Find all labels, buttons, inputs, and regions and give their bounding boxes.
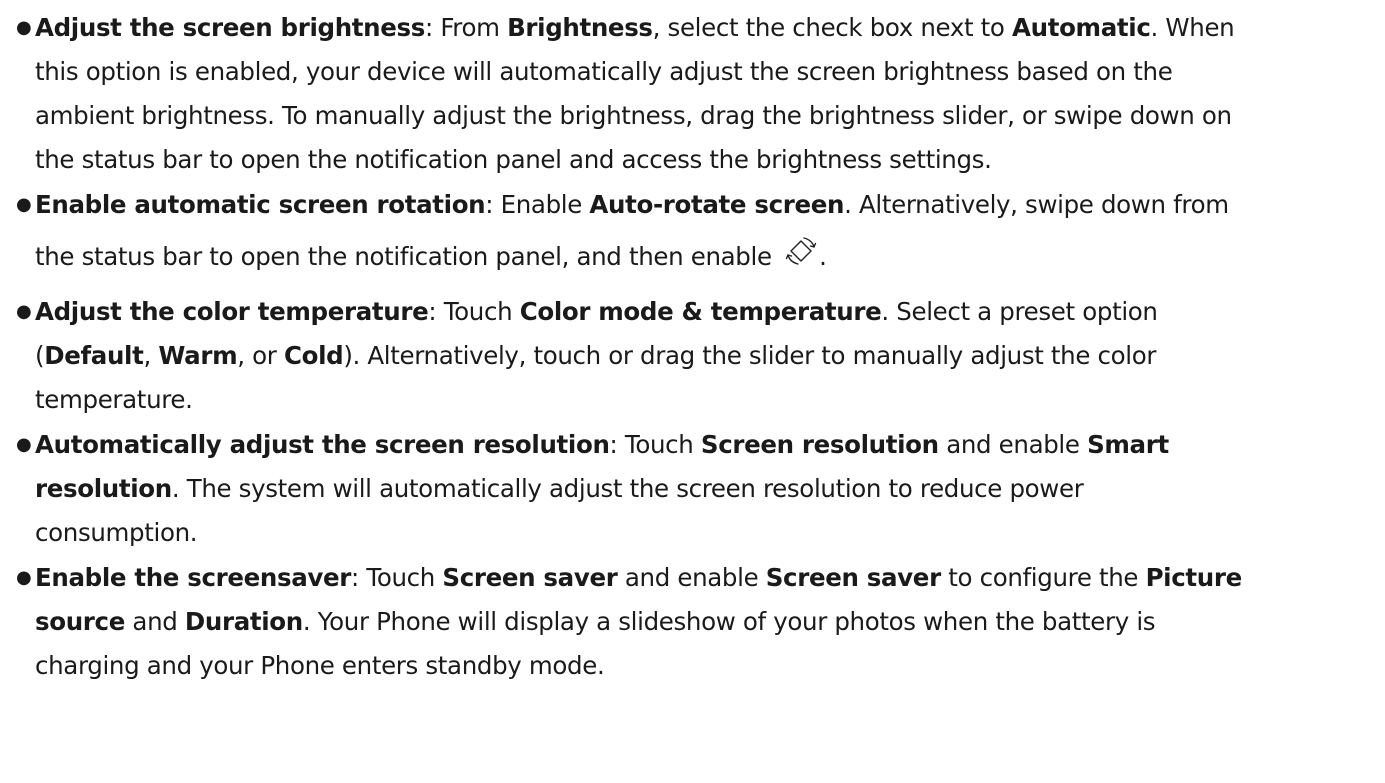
item-title: Enable automatic screen rotation (35, 190, 486, 219)
bullet-icon: ● (16, 17, 32, 38)
text-line: (Default, Warm, or Cold). Alternatively,… (35, 341, 1157, 370)
list-item-screensaver: ● Enable the screensaver: Touch Screen s… (14, 556, 1363, 688)
list-item-resolution: ● Automatically adjust the screen resolu… (14, 423, 1363, 555)
text-line: Adjust the color temperature: Touch Colo… (35, 297, 1158, 326)
text-line: Automatically adjust the screen resoluti… (35, 430, 1169, 459)
item-title: Automatically adjust the screen resoluti… (35, 430, 610, 459)
text-line: resolution. The system will automaticall… (35, 474, 1084, 503)
text-line: source and Duration. Your Phone will dis… (35, 607, 1156, 636)
bullet-icon: ● (16, 194, 32, 215)
text-line: consumption. (35, 518, 198, 547)
text-line: this option is enabled, your device will… (35, 57, 1173, 86)
document-page: ● Adjust the screen brightness: From Bri… (0, 0, 1385, 688)
bullet-icon: ● (16, 434, 32, 455)
auto-rotate-icon (783, 229, 819, 289)
list-item-color-temperature: ● Adjust the color temperature: Touch Co… (14, 290, 1363, 422)
text-line: temperature. (35, 385, 193, 414)
list-item-rotation: ● Enable automatic screen rotation: Enab… (14, 183, 1363, 289)
bullet-icon: ● (16, 567, 32, 588)
text-line: the status bar to open the notification … (35, 227, 1363, 289)
list-item-brightness: ● Adjust the screen brightness: From Bri… (14, 6, 1363, 182)
tips-list: ● Adjust the screen brightness: From Bri… (14, 6, 1363, 688)
text-line: the status bar to open the notification … (35, 145, 992, 174)
item-title: Adjust the color temperature (35, 297, 429, 326)
text-line: Enable the screensaver: Touch Screen sav… (35, 563, 1242, 592)
text-line: Enable automatic screen rotation: Enable… (35, 190, 1229, 219)
text-line: Adjust the screen brightness: From Brigh… (35, 13, 1235, 42)
bullet-icon: ● (16, 301, 32, 322)
text-line: charging and your Phone enters standby m… (35, 651, 605, 680)
item-title: Enable the screensaver (35, 563, 352, 592)
item-title: Adjust the screen brightness (35, 13, 425, 42)
text-line: ambient brightness. To manually adjust t… (35, 101, 1232, 130)
